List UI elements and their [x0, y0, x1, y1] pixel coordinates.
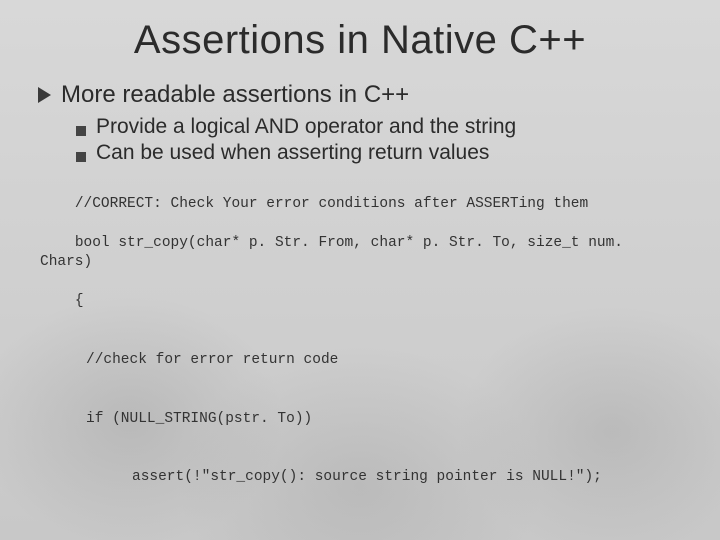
code-line: assert(!"str_copy(): source string point…: [40, 468, 682, 488]
code-block: //CORRECT: Check Your error conditions a…: [38, 175, 682, 540]
code-line: {: [75, 293, 84, 309]
bullet-level2-text: Can be used when asserting return values: [96, 141, 489, 165]
square-bullet-icon: [76, 152, 86, 162]
code-blank-line: [40, 527, 682, 540]
code-line: //CORRECT: Check Your error conditions a…: [75, 196, 588, 212]
arrow-right-icon: [38, 87, 51, 103]
slide-title: Assertions in Native C++: [38, 18, 682, 63]
bullet-level1-text: More readable assertions in C++: [61, 81, 409, 109]
code-line: if (NULL_STRING(pstr. To)): [40, 410, 682, 430]
code-line: //check for error return code: [40, 351, 682, 371]
square-bullet-icon: [76, 126, 86, 136]
bullet-level1: More readable assertions in C++: [38, 81, 682, 109]
slide: Assertions in Native C++ More readable a…: [0, 0, 720, 540]
bullet-level2: Can be used when asserting return values: [76, 141, 682, 165]
bullet-level2-text: Provide a logical AND operator and the s…: [96, 115, 516, 139]
bullet-level2: Provide a logical AND operator and the s…: [76, 115, 682, 139]
code-line: bool str_copy(char* p. Str. From, char* …: [40, 235, 632, 271]
